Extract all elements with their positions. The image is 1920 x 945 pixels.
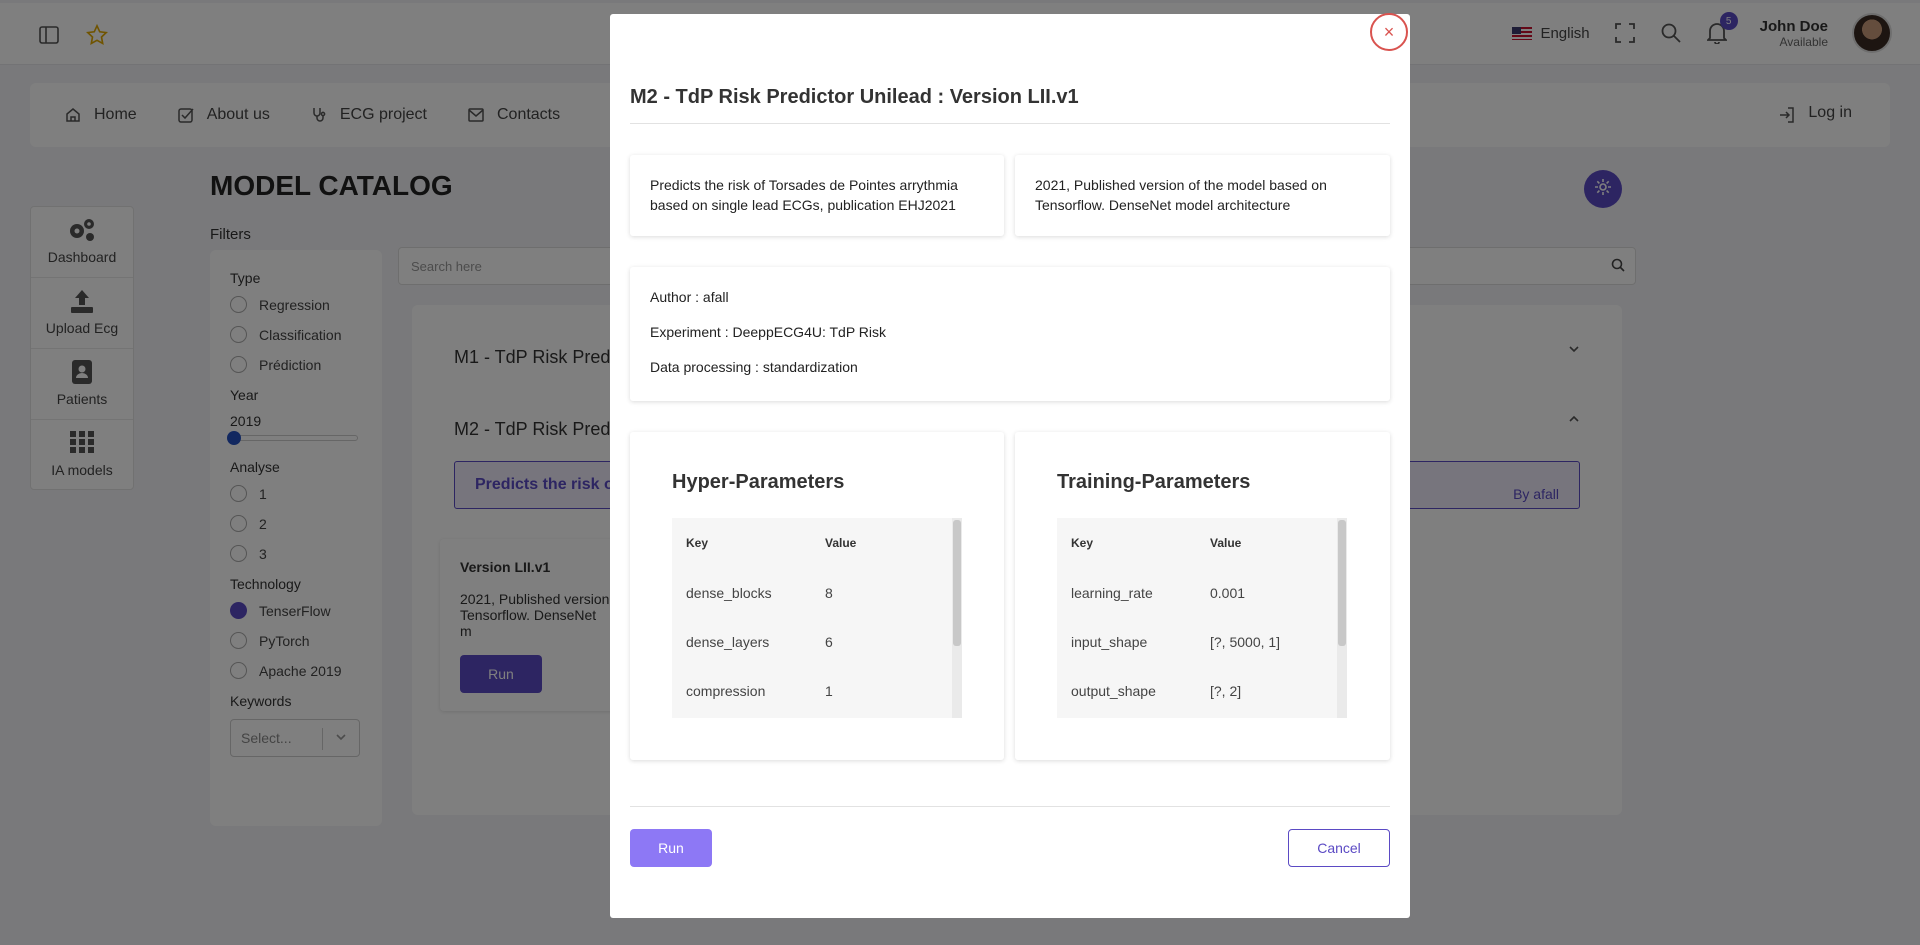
- metadata-panel: Author : afall Experiment : DeeppECG4U: …: [630, 267, 1390, 401]
- divider: [630, 806, 1390, 807]
- version-info-panel: 2021, Published version of the model bas…: [1015, 155, 1390, 236]
- table-row: learning_rate 0.001: [1057, 568, 1347, 617]
- hyper-parameters-title: Hyper-Parameters: [672, 471, 845, 493]
- hyper-parameters-table[interactable]: Key Value dense_blocks 8 dense_layers 6 co…: [672, 518, 962, 718]
- scrollbar[interactable]: [952, 518, 962, 718]
- param-key: input_shape: [1071, 633, 1148, 650]
- divider: [630, 123, 1390, 124]
- scrollbar[interactable]: [1337, 518, 1347, 718]
- param-key: compression: [686, 682, 766, 699]
- col-key-header: Key: [1071, 536, 1094, 550]
- table-row: output_shape [?, 2]: [1057, 666, 1347, 715]
- training-parameters-table[interactable]: Key Value learning_rate 0.001 input_shape…: [1057, 518, 1347, 718]
- param-key: learning_rate: [1071, 584, 1153, 601]
- training-parameters-panel: Training-Parameters Key Value learning_r…: [1015, 432, 1390, 760]
- data-processing-text: Data processing : standardization: [650, 359, 858, 375]
- table-row: input_shape [?, 5000, 1]: [1057, 617, 1347, 666]
- param-value: 8: [825, 584, 833, 601]
- param-value: 0.001: [1210, 584, 1246, 601]
- modal-title: M2 - TdP Risk Predictor Unilead : Versio…: [630, 86, 1079, 108]
- author-text: Author : afall: [650, 289, 729, 305]
- table-header: Key Value: [1057, 518, 1347, 568]
- param-key: output_shape: [1071, 682, 1156, 699]
- cancel-button[interactable]: Cancel: [1288, 829, 1390, 867]
- close-button[interactable]: ×: [1370, 13, 1408, 51]
- experiment-text: Experiment : DeeppECG4U: TdP Risk: [650, 324, 887, 340]
- table-row: dense_layers 6: [672, 617, 962, 666]
- close-icon: ×: [1383, 21, 1395, 42]
- run-button[interactable]: Run: [630, 829, 712, 867]
- col-key-header: Key: [686, 536, 709, 550]
- version-info-text: 2021, Published version of the model bas…: [1035, 177, 1327, 213]
- table-row: dense_blocks 8: [672, 568, 962, 617]
- hyper-parameters-panel: Hyper-Parameters Key Value dense_blocks 8…: [630, 432, 1004, 760]
- description-panel: Predicts the risk of Torsades de Pointes…: [630, 155, 1004, 236]
- param-value: 6: [825, 633, 833, 650]
- param-value: [?, 5000, 1]: [1210, 633, 1281, 650]
- param-key: dense_layers: [686, 633, 770, 650]
- param-key: dense_blocks: [686, 584, 772, 601]
- model-detail-modal: M2 - TdP Risk Predictor Unilead : Versio…: [610, 14, 1410, 918]
- param-value: [?, 2]: [1210, 682, 1242, 699]
- table-header: Key Value: [672, 518, 962, 568]
- table-row: compression 1: [672, 666, 962, 715]
- param-value: 1: [825, 682, 833, 699]
- model-description-text: Predicts the risk of Torsades de Pointes…: [650, 177, 958, 213]
- training-parameters-title: Training-Parameters: [1057, 471, 1251, 493]
- col-value-header: Value: [1210, 536, 1242, 550]
- col-value-header: Value: [825, 536, 857, 550]
